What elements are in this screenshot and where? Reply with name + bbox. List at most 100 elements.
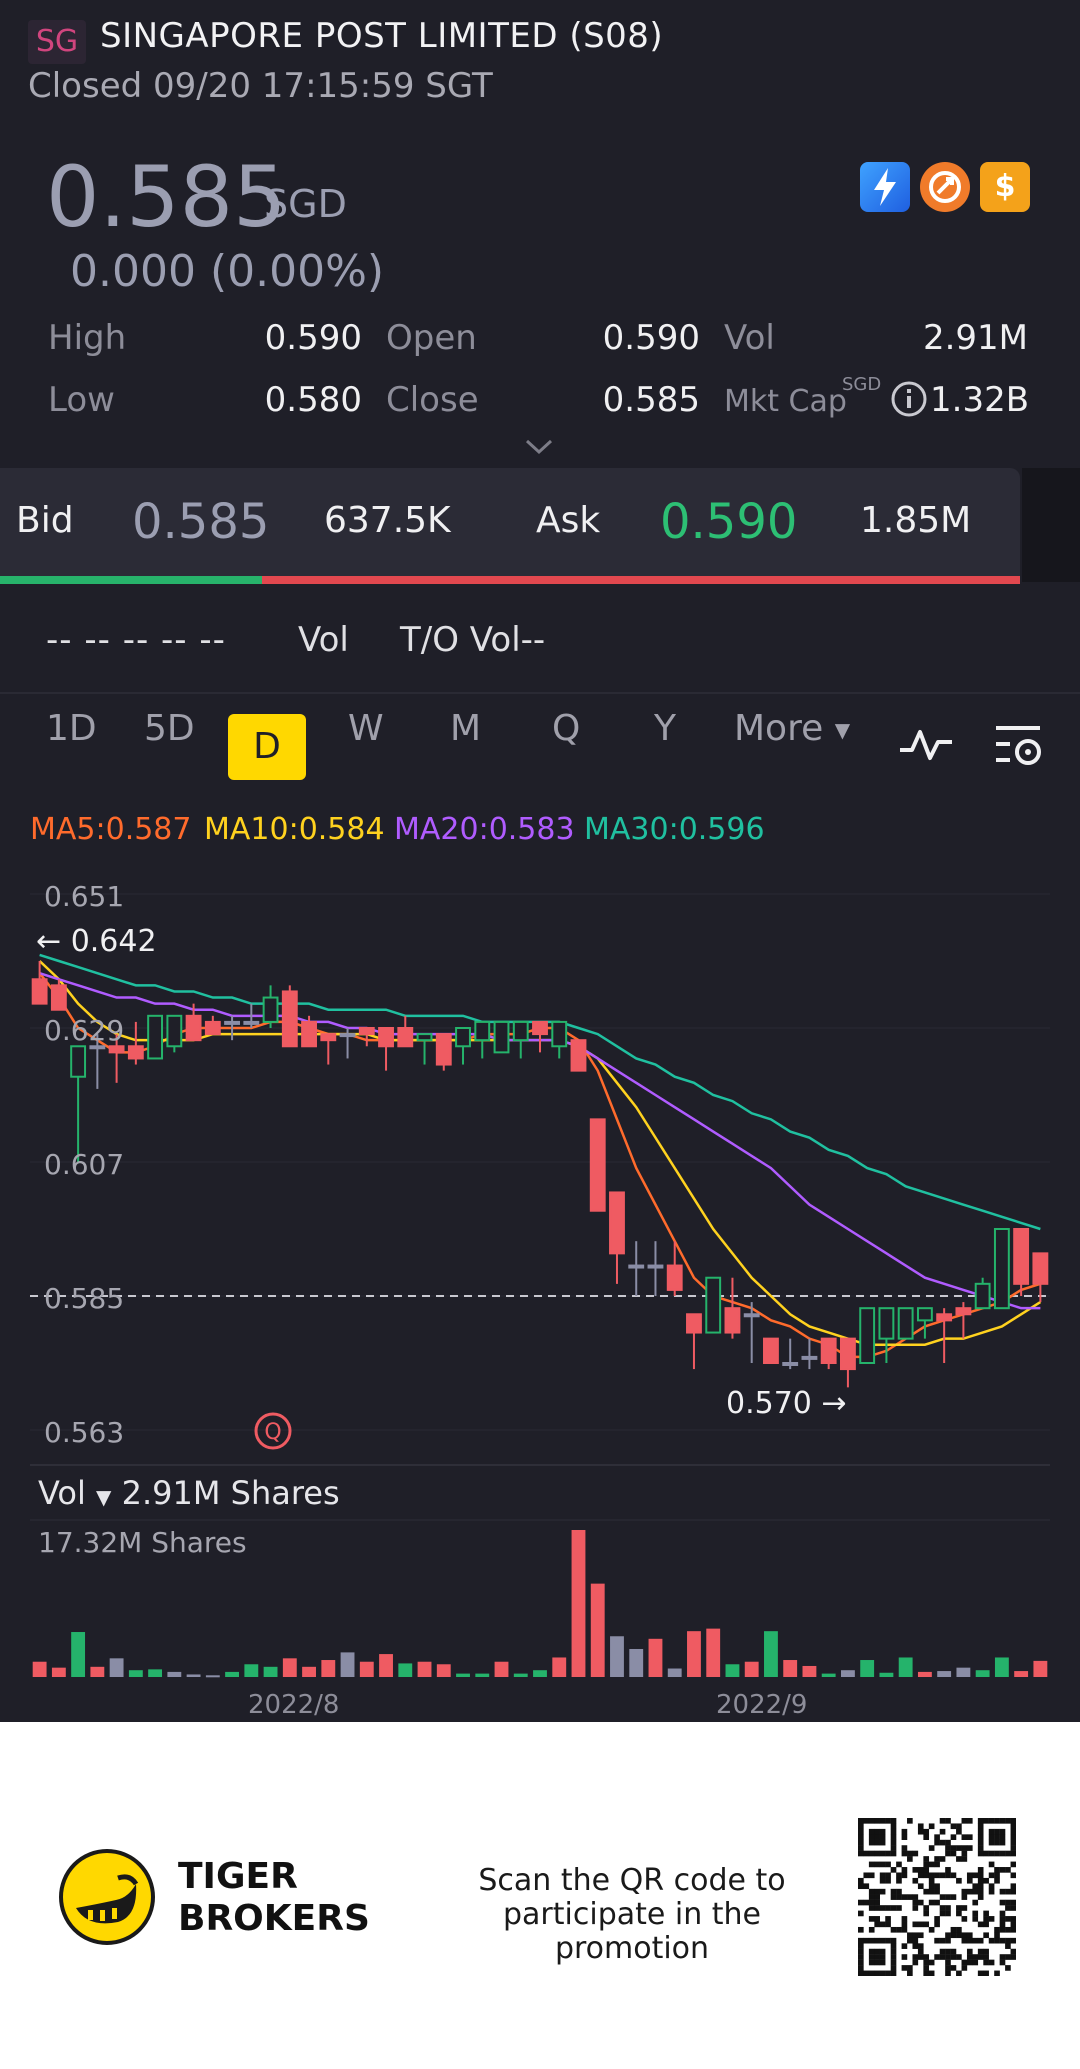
candle-body [916,1307,933,1322]
low-value: 0.580 [264,380,362,420]
vol-label: Vol [724,318,775,358]
ask-ratio-bar [262,576,1020,584]
volume-selector-label: Vol [38,1474,86,1512]
candle-body [686,1313,702,1334]
tab-more[interactable]: More ▼ [734,708,850,749]
candle-body [955,1307,972,1316]
volume-bar [417,1661,432,1677]
max-price-annotation: ← 0.642 [36,924,157,959]
tab-1d[interactable]: 1D [46,708,97,749]
candle-body [1032,1252,1049,1285]
price-chart[interactable] [0,860,1080,1722]
qr-code-icon[interactable] [858,1818,1016,1976]
candle-body [609,1191,625,1255]
tab-d[interactable]: D [228,714,306,780]
tab-y[interactable]: Y [654,708,676,749]
candle-body [1013,1228,1030,1285]
volume-bar [302,1666,316,1677]
caret-down-icon: ▼ [96,1485,112,1509]
volume-bar [225,1671,240,1677]
y-tick-label: 0.585 [44,1282,125,1315]
volume-bar [860,1660,875,1677]
candle-body [301,1020,317,1048]
candle-body [358,1027,375,1036]
candle-body [532,1020,548,1036]
volume-bar [764,1631,778,1677]
candle-body [166,1014,183,1048]
volume-bar [917,1671,932,1677]
y-tick-label: 0.607 [44,1148,125,1181]
open-label: Open [386,318,477,358]
arrow-right-icon: → [821,1386,847,1421]
volume-bar [783,1660,798,1677]
candle-body [224,1020,241,1025]
volume-bar [802,1665,817,1677]
volume-bar [148,1669,163,1677]
candle-body [743,1313,760,1318]
volume-bar [1033,1660,1048,1677]
candle-body [859,1307,876,1365]
bid-price: 0.585 [132,494,270,550]
ma5-label: MA5:0.587 [30,812,192,847]
candle-body [320,1033,337,1042]
candle-body [493,1020,510,1054]
volume-bar [533,1670,547,1677]
candle-body [570,1039,587,1072]
candle-body [763,1337,779,1364]
high-label: High [48,318,127,358]
candle-body [820,1337,837,1364]
candle-body [474,1020,491,1042]
candle-body [839,1337,856,1371]
chart-settings-icon[interactable] [994,722,1046,772]
max-price-label: 0.642 [70,924,157,959]
lightning-icon[interactable] [860,162,910,212]
tab-q[interactable]: Q [552,708,580,749]
volume-bar [840,1670,855,1677]
volume-bar [975,1670,990,1677]
stock-title: SINGAPORE POST LIMITED (S08) [100,16,664,56]
info-icon[interactable] [890,380,928,418]
y-tick-label: 0.651 [44,880,125,913]
volume-bar [186,1674,201,1677]
tab-m[interactable]: M [450,708,481,749]
vol-placeholders: -- -- -- -- -- [46,620,226,660]
last-price: 0.585 [46,148,287,246]
dollar-icon[interactable]: $ [980,162,1030,212]
to-vol-label[interactable]: T/O Vol-- [400,620,545,660]
volume-bar [821,1673,836,1677]
ask-label: Ask [536,500,601,541]
volume-bar [629,1648,644,1677]
volume-bar [994,1657,1009,1677]
volume-bar [1014,1671,1029,1677]
tiger-logo-icon [58,1848,156,1946]
candle-body [647,1264,664,1269]
volume-bar [51,1667,66,1677]
volume-selector[interactable]: Vol ▼ 2.91M Shares [38,1474,340,1512]
volume-bar [282,1658,297,1677]
candle-body [50,984,67,1011]
market-badge: SG [28,20,86,64]
volume-bar [956,1667,971,1677]
tab-5d[interactable]: 5D [144,708,195,749]
promo-text: Scan the QR code to participate in the p… [430,1864,834,1966]
rocket-icon[interactable] [920,162,970,212]
volume-bar [648,1638,663,1677]
tab-w[interactable]: W [348,708,384,749]
candle-body [339,1033,356,1038]
volume-bar [494,1661,509,1677]
candle-body [435,1033,452,1066]
volume-bar [244,1664,259,1677]
y-tick-label: 0.563 [44,1416,125,1449]
volume-bar [610,1636,624,1677]
candle-body [397,1027,414,1048]
expand-chevron-icon[interactable] [524,430,554,465]
q-marker-icon[interactable]: Q [254,1412,292,1450]
indicator-wave-icon[interactable] [898,724,954,768]
close-value: 0.585 [602,380,700,420]
candle-body [281,990,298,1048]
candle-body [455,1027,471,1048]
close-label: Close [386,380,479,420]
candle-body [589,1118,606,1212]
vol-row-label[interactable]: Vol [298,620,349,660]
volume-bar [937,1671,952,1677]
